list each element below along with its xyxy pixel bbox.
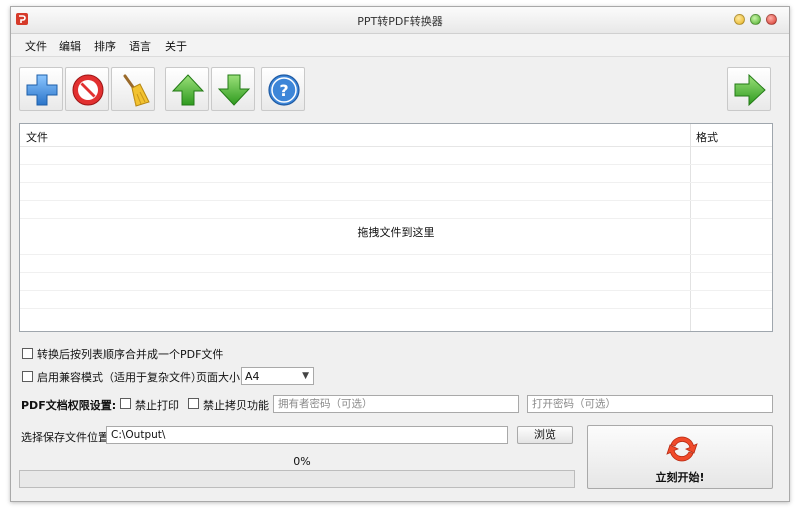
menu-edit[interactable]: 编辑: [59, 38, 81, 54]
page-size-select[interactable]: A4 ▼: [241, 367, 314, 385]
row-line: [20, 200, 772, 201]
browse-button-label: 浏览: [534, 428, 556, 441]
file-list[interactable]: 文件 格式 拖拽文件到这里: [19, 123, 773, 332]
chevron-down-icon: ▼: [302, 371, 309, 381]
remove-file-button[interactable]: [65, 67, 109, 111]
merge-checkbox[interactable]: [22, 348, 33, 359]
refresh-icon: [666, 436, 698, 462]
next-button[interactable]: [727, 67, 771, 111]
clear-broom-icon: [123, 74, 150, 107]
move-up-icon: [171, 74, 205, 106]
no-print-checkbox[interactable]: [120, 398, 131, 409]
owner-password-input[interactable]: [273, 395, 519, 413]
minimize-button[interactable]: [734, 14, 745, 25]
no-print-label[interactable]: 禁止打印: [135, 397, 179, 413]
row-line: [20, 164, 772, 165]
remove-icon: [72, 74, 104, 106]
menu-sort[interactable]: 排序: [94, 38, 116, 54]
output-location-label: 选择保存文件位置: [21, 431, 109, 444]
svg-text:?: ?: [279, 81, 288, 100]
output-path-input[interactable]: [106, 426, 508, 444]
add-file-button[interactable]: [19, 67, 63, 111]
menu-file[interactable]: 文件: [25, 38, 47, 54]
menu-bar: 文件 编辑 排序 语言 关于: [11, 34, 789, 57]
start-convert-button[interactable]: 立刻开始!: [587, 425, 773, 489]
page-size-label: 页面大小: [196, 371, 240, 384]
row-line: [20, 290, 772, 291]
add-icon: [26, 74, 58, 106]
close-button[interactable]: [766, 14, 777, 25]
menu-language[interactable]: 语言: [129, 38, 151, 54]
move-down-button[interactable]: [211, 67, 255, 111]
maximize-button[interactable]: [750, 14, 761, 25]
file-list-header: 文件 格式: [20, 124, 772, 147]
no-copy-checkbox[interactable]: [188, 398, 199, 409]
merge-label[interactable]: 转换后按列表顺序合并成一个PDF文件: [37, 346, 223, 362]
compat-mode-checkbox[interactable]: [22, 371, 33, 382]
row-line: [20, 308, 772, 309]
progress-percent: 0%: [293, 455, 311, 468]
row-line: [20, 218, 772, 219]
help-button[interactable]: ?: [261, 67, 305, 111]
move-up-button[interactable]: [165, 67, 209, 111]
column-header-file[interactable]: 文件: [26, 129, 48, 145]
clear-list-button[interactable]: [111, 67, 155, 111]
pdf-permissions-label: PDF文档权限设置:: [21, 399, 117, 412]
row-line: [20, 272, 772, 273]
no-copy-label[interactable]: 禁止拷贝功能: [203, 397, 269, 413]
row-line: [20, 254, 772, 255]
toolbar: ?: [11, 57, 789, 125]
page-size-value: A4: [245, 370, 260, 383]
column-header-format[interactable]: 格式: [696, 129, 718, 145]
open-password-input[interactable]: [527, 395, 773, 413]
progress-bar: [19, 470, 575, 488]
start-button-label: 立刻开始!: [655, 471, 705, 484]
help-icon: ?: [268, 74, 300, 106]
move-down-icon: [217, 74, 251, 106]
browse-button[interactable]: 浏览: [517, 426, 573, 444]
title-bar[interactable]: PPT转PDF转换器: [11, 7, 789, 34]
menu-about[interactable]: 关于: [165, 38, 187, 54]
compat-mode-label[interactable]: 启用兼容模式（适用于复杂文件）: [37, 369, 202, 385]
window-title: PPT转PDF转换器: [357, 15, 443, 28]
app-window: PPT转PDF转换器 文件 编辑 排序 语言 关于 ? 文件 格式 拖拽文件到这…: [10, 6, 790, 502]
row-line: [20, 182, 772, 183]
drop-files-hint: 拖拽文件到这里: [357, 226, 435, 239]
next-arrow-icon: [734, 73, 766, 107]
